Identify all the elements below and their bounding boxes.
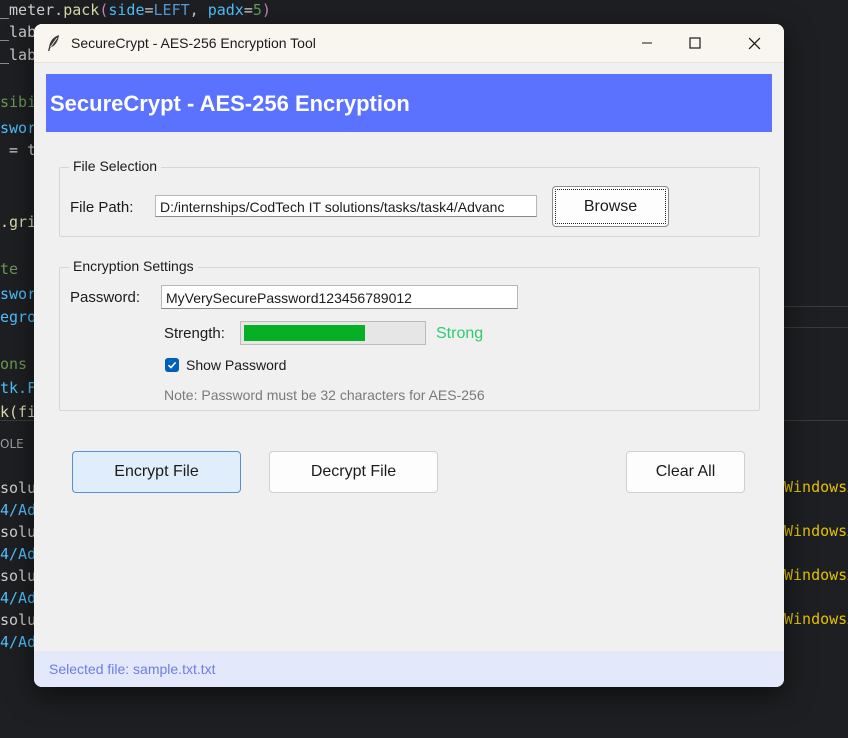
password-label: Password:	[70, 289, 141, 306]
header-title: SecureCrypt - AES-256 Encryption	[50, 91, 410, 116]
panel-divider	[784, 306, 848, 307]
feather-icon	[48, 35, 59, 51]
strength-meter-fill	[244, 325, 365, 341]
file-path-input[interactable]: D:/internships/CodTech IT solutions/task…	[155, 195, 537, 217]
terminal-line: 4/Ad	[0, 589, 37, 607]
panel-divider	[784, 420, 848, 421]
strength-label: Strength:	[164, 325, 225, 342]
app-window: SecureCrypt - AES-256 Encryption Tool Se…	[34, 24, 784, 687]
code-line: _lab	[0, 46, 37, 64]
code-line: swor	[0, 119, 37, 137]
terminal-line: solu	[0, 523, 37, 541]
terminal-line: WindowsA	[784, 478, 848, 496]
strength-value: Strong	[436, 325, 484, 342]
password-input[interactable]: MyVerySecurePassword123456789012	[161, 285, 518, 309]
code-line: te	[0, 260, 19, 278]
maximize-button[interactable]	[672, 24, 718, 62]
code-line: _lab	[0, 23, 37, 41]
decrypt-file-button[interactable]: Decrypt File	[269, 451, 438, 493]
strength-meter	[240, 321, 426, 345]
file-path-label: File Path:	[70, 199, 134, 216]
encrypt-file-button[interactable]: Encrypt File	[72, 451, 241, 493]
checkmark-icon	[167, 361, 177, 369]
terminal-line: WindowsA	[784, 522, 848, 540]
code-line: tk.F	[0, 379, 37, 397]
code-line: swor	[0, 285, 37, 303]
encryption-settings-label: Encryption Settings	[69, 258, 198, 274]
maximize-icon	[689, 37, 701, 49]
minimize-icon	[642, 42, 652, 44]
clear-all-button[interactable]: Clear All	[626, 451, 745, 493]
file-selection-label: File Selection	[69, 158, 162, 174]
title-bar[interactable]: SecureCrypt - AES-256 Encryption Tool	[34, 24, 784, 63]
close-icon	[748, 37, 760, 49]
code-line: = t	[0, 141, 37, 159]
show-password-checkbox[interactable]	[165, 358, 179, 372]
header-banner: SecureCrypt - AES-256 Encryption	[46, 74, 772, 132]
terminal-line: solu	[0, 611, 37, 629]
browse-button[interactable]: Browse	[552, 186, 669, 227]
panel-divider	[784, 327, 848, 328]
code-line: .gri	[0, 213, 37, 231]
minimize-button[interactable]	[624, 24, 670, 62]
code-line: ons	[0, 355, 28, 373]
terminal-line: solu	[0, 567, 37, 585]
status-bar: Selected file: sample.txt.txt	[34, 651, 784, 687]
panel-tab-label: OLE	[0, 437, 24, 451]
terminal-line: 4/Ad	[0, 633, 37, 651]
code-line: sibi	[0, 93, 37, 111]
window-title: SecureCrypt - AES-256 Encryption Tool	[71, 35, 316, 51]
terminal-line: WindowsA	[784, 610, 848, 628]
show-password-label[interactable]: Show Password	[186, 357, 286, 373]
code-line: k(fi	[0, 403, 37, 421]
status-text: Selected file: sample.txt.txt	[49, 661, 216, 677]
close-button[interactable]	[731, 24, 777, 62]
code-line: egro	[0, 308, 37, 326]
code-line: _meter.pack(side=LEFT, padx=5)	[0, 1, 271, 19]
terminal-line: 4/Ad	[0, 501, 37, 519]
terminal-line: 4/Ad	[0, 545, 37, 563]
terminal-line: WindowsA	[784, 566, 848, 584]
password-note: Note: Password must be 32 characters for…	[164, 387, 485, 403]
terminal-line: solu	[0, 479, 37, 497]
panel-divider	[0, 420, 34, 421]
